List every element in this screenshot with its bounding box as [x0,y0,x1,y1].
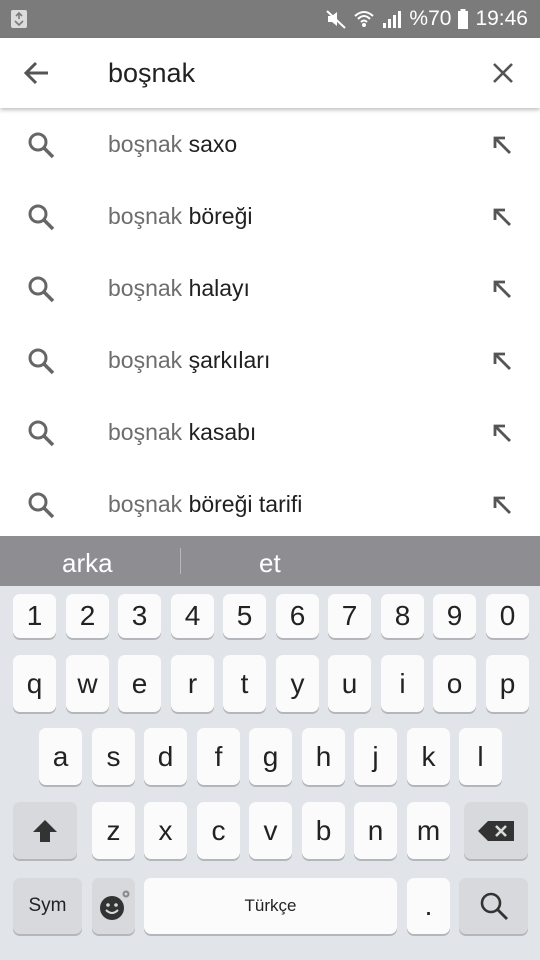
emoji-key[interactable] [92,878,135,934]
key-a[interactable]: a [39,728,82,785]
battery-percent: %70 [409,7,452,30]
key-e[interactable]: e [118,655,161,712]
suggestion-query: boşnak [108,275,183,301]
key-h[interactable]: h [302,728,345,785]
key-2[interactable]: 2 [66,594,109,638]
suggestion-item[interactable]: boşnak kasabı [0,396,540,468]
key-x[interactable]: x [144,802,187,859]
key-m[interactable]: m [407,802,450,859]
shift-arrow-icon [33,819,57,842]
period-key[interactable]: . [407,878,450,934]
suggestion-completion: kasabı [188,419,257,445]
recycle-notification-icon [11,10,27,28]
suggestion-completion: şarkıları [188,347,271,373]
suggestion-item[interactable]: boşnak böreği tarifi [0,468,540,540]
key-6[interactable]: 6 [276,594,319,638]
key-u[interactable]: u [328,655,371,712]
keyboard: arka et 1 2 3 4 5 6 7 8 9 0 q w e r t y … [0,536,540,960]
suggestion-item[interactable]: boşnak şarkıları [0,324,540,396]
key-4[interactable]: 4 [171,594,214,638]
signal-icon [383,11,402,28]
prediction-word[interactable]: arka [62,548,113,579]
fill-query-arrow-icon[interactable] [490,133,514,157]
search-key[interactable] [459,878,528,934]
fill-query-arrow-icon[interactable] [490,421,514,445]
emoji-smiley-icon [99,890,129,920]
fill-query-arrow-icon[interactable] [490,205,514,229]
suggestion-item[interactable]: boşnak böreği [0,180,540,252]
status-bar: %70 19:46 [0,0,540,38]
fill-query-arrow-icon[interactable] [490,349,514,373]
suggestion-list: boşnak saxo boşnak böreği boşnak halayı … [0,108,540,536]
key-y[interactable]: y [276,655,319,712]
key-j[interactable]: j [354,728,397,785]
suggestion-query: boşnak [108,131,183,157]
space-key[interactable]: Türkçe [144,878,397,934]
battery-icon [458,9,469,29]
search-icon [28,276,55,303]
suggestion-query: boşnak [108,203,183,229]
search-icon [28,420,55,447]
suggestion-query: boşnak [108,491,183,517]
prediction-word[interactable]: et [259,548,281,579]
key-q[interactable]: q [13,655,56,712]
shift-key[interactable] [13,802,77,859]
space-key-label: Türkçe [244,896,297,915]
key-z[interactable]: z [92,802,135,859]
key-5[interactable]: 5 [223,594,266,638]
suggestion-completion: halayı [188,275,250,301]
key-c[interactable]: c [197,802,240,859]
suggestion-completion: böreği [188,203,253,229]
key-7[interactable]: 7 [328,594,371,638]
prediction-divider [180,548,181,574]
key-f[interactable]: f [197,728,240,785]
key-t[interactable]: t [223,655,266,712]
wifi-icon [354,11,375,27]
key-k[interactable]: k [407,728,450,785]
key-p[interactable]: p [486,655,529,712]
key-b[interactable]: b [302,802,345,859]
suggestion-completion: böreği tarifi [188,491,303,517]
key-w[interactable]: w [66,655,109,712]
key-1[interactable]: 1 [13,594,56,638]
key-l[interactable]: l [459,728,502,785]
key-i[interactable]: i [381,655,424,712]
key-8[interactable]: 8 [381,594,424,638]
suggestion-query: boşnak [108,419,183,445]
backspace-key[interactable] [464,802,528,859]
key-g[interactable]: g [249,728,292,785]
suggestion-query: boşnak [108,347,183,373]
clear-icon[interactable] [488,58,518,88]
backspace-icon [478,820,514,841]
key-n[interactable]: n [354,802,397,859]
suggestion-item[interactable]: boşnak saxo [0,108,540,180]
key-v[interactable]: v [249,802,292,859]
key-0[interactable]: 0 [486,594,529,638]
key-r[interactable]: r [171,655,214,712]
back-arrow-icon[interactable] [20,56,54,90]
key-3[interactable]: 3 [118,594,161,638]
clock: 19:46 [475,7,528,30]
search-icon [28,204,55,231]
fill-query-arrow-icon[interactable] [490,493,514,517]
search-input[interactable]: boşnak [108,58,195,89]
search-icon [28,348,55,375]
sym-key-label: Sym [28,895,67,916]
suggestion-completion: saxo [188,131,238,157]
mute-icon [326,10,347,29]
suggestion-item[interactable]: boşnak halayı [0,252,540,324]
prediction-bar: arka et [0,536,540,586]
sym-key[interactable]: Sym [13,878,82,934]
key-o[interactable]: o [433,655,476,712]
key-9[interactable]: 9 [433,594,476,638]
search-icon [28,132,55,159]
fill-query-arrow-icon[interactable] [490,277,514,301]
search-icon [480,892,508,920]
search-icon [28,492,55,519]
search-bar: boşnak [0,38,540,108]
key-s[interactable]: s [92,728,135,785]
key-d[interactable]: d [144,728,187,785]
